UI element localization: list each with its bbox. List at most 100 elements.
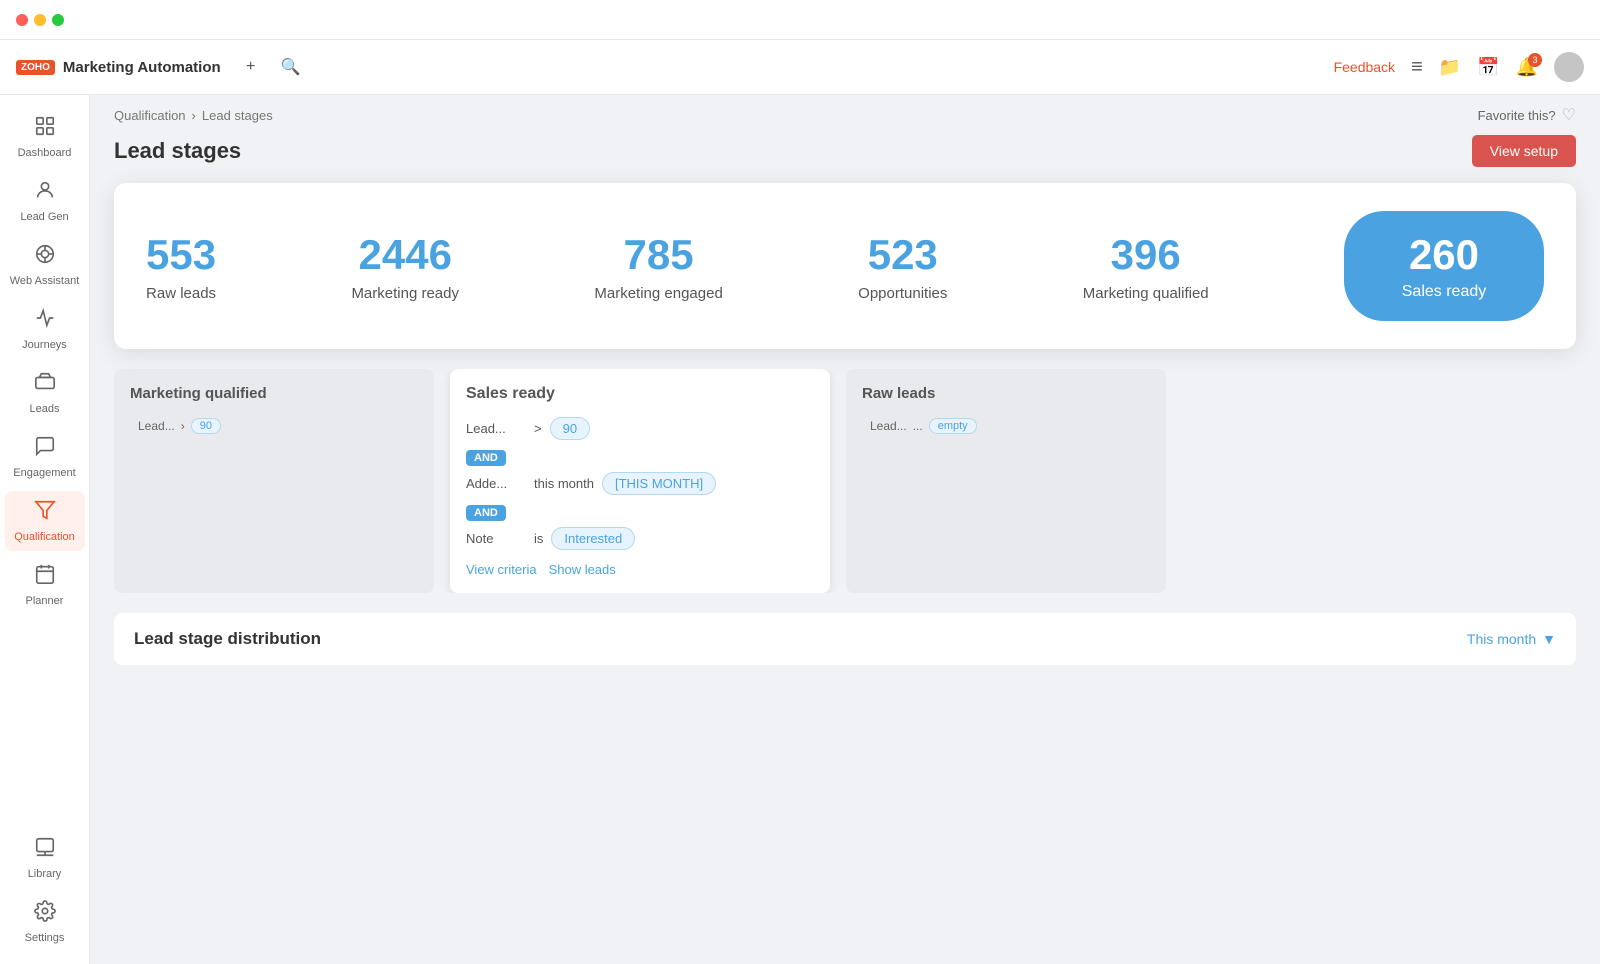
criteria-val-mq: 90 — [191, 418, 221, 434]
distribution-section: Lead stage distribution This month ▼ — [114, 613, 1576, 665]
sidebar-item-lead-gen[interactable]: Lead Gen — [5, 171, 85, 231]
stat-raw-leads[interactable]: 553 Raw leads — [146, 231, 216, 302]
add-button[interactable]: + — [237, 53, 265, 81]
feedback-link[interactable]: Feedback — [1334, 59, 1395, 75]
criteria-row-1: Lead... > 90 — [466, 417, 814, 440]
breadcrumb-bar: Qualification › Lead stages Favorite thi… — [90, 95, 1600, 131]
criteria-op-mq: › — [181, 419, 185, 433]
card-title-raw-leads: Raw leads — [862, 385, 1150, 402]
criteria-op-3: is — [534, 531, 543, 546]
favorite-label: Favorite this? — [1478, 108, 1556, 123]
breadcrumb-parent[interactable]: Qualification — [114, 108, 186, 123]
sidebar-item-web-assistant[interactable]: Web Assistant — [5, 235, 85, 295]
lead-gen-icon — [34, 179, 56, 207]
distribution-header: Lead stage distribution This month ▼ — [134, 629, 1556, 649]
and-connector-2: AND — [466, 505, 506, 521]
criteria-val-2: [THIS MONTH] — [602, 472, 716, 495]
criteria-links: View criteria Show leads — [466, 562, 814, 577]
engagement-icon — [34, 435, 56, 463]
distribution-title: Lead stage distribution — [134, 629, 321, 649]
stat-label-marketing-qualified: Marketing qualified — [1083, 285, 1209, 302]
folder-icon[interactable]: 📁 — [1439, 57, 1461, 78]
sidebar: Dashboard Lead Gen Web Assistant Journey… — [0, 95, 90, 964]
heart-icon[interactable]: ♡ — [1562, 105, 1576, 125]
sidebar-label-qualification: Qualification — [14, 531, 75, 543]
stat-number-marketing-qualified: 396 — [1111, 231, 1181, 279]
favorite-area: Favorite this? ♡ — [1478, 105, 1576, 125]
qualification-icon — [34, 499, 56, 527]
sidebar-label-engagement: Engagement — [13, 467, 75, 479]
page-header: Lead stages View setup — [90, 131, 1600, 183]
stat-label-sales-ready: Sales ready — [1402, 283, 1487, 301]
calendar-icon[interactable]: 📅 — [1477, 57, 1499, 78]
stat-label-marketing-engaged: Marketing engaged — [594, 285, 722, 302]
app-title: Marketing Automation — [63, 59, 221, 76]
criteria-field-3: Note — [466, 531, 526, 546]
stat-marketing-ready[interactable]: 2446 Marketing ready — [351, 231, 459, 302]
stats-overlay: 553 Raw leads 2446 Marketing ready 785 M… — [114, 183, 1576, 349]
leads-icon — [34, 371, 56, 399]
sidebar-item-qualification[interactable]: Qualification — [5, 491, 85, 551]
stat-marketing-engaged[interactable]: 785 Marketing engaged — [594, 231, 722, 302]
main-content: Qualification › Lead stages Favorite thi… — [90, 95, 1600, 964]
chevron-down-icon: ▼ — [1542, 631, 1556, 647]
app-bar-right: Feedback ≡ 📁 📅 🔔 3 — [1334, 52, 1584, 82]
stat-marketing-qualified[interactable]: 396 Marketing qualified — [1083, 231, 1209, 302]
search-button[interactable]: 🔍 — [277, 53, 305, 81]
sidebar-label-planner: Planner — [26, 595, 64, 607]
sidebar-item-leads[interactable]: Leads — [5, 363, 85, 423]
stat-number-marketing-ready: 2446 — [359, 231, 452, 279]
breadcrumb-separator: › — [192, 108, 196, 123]
stat-sales-ready[interactable]: 260 Sales ready — [1344, 211, 1544, 321]
traffic-lights — [16, 14, 64, 26]
show-leads-link[interactable]: Show leads — [549, 562, 616, 577]
close-button[interactable] — [16, 14, 28, 26]
sidebar-item-planner[interactable]: Planner — [5, 555, 85, 615]
stat-number-sales-ready: 260 — [1409, 231, 1479, 279]
view-criteria-link[interactable]: View criteria — [466, 562, 537, 577]
period-label: This month — [1467, 631, 1536, 647]
sidebar-label-lead-gen: Lead Gen — [20, 211, 68, 223]
criteria-field-rl: Lead... — [870, 419, 907, 433]
page-title: Lead stages — [114, 138, 241, 164]
view-setup-button[interactable]: View setup — [1472, 135, 1576, 167]
minimize-button[interactable] — [34, 14, 46, 26]
stat-opportunities[interactable]: 523 Opportunities — [858, 231, 947, 302]
sidebar-item-dashboard[interactable]: Dashboard — [5, 107, 85, 167]
list-icon[interactable]: ≡ — [1411, 56, 1423, 79]
and-connector-1: AND — [466, 450, 506, 466]
sidebar-item-journeys[interactable]: Journeys — [5, 299, 85, 359]
period-selector[interactable]: This month ▼ — [1467, 631, 1556, 647]
app-bar: ZOHO Marketing Automation + 🔍 Feedback ≡… — [0, 40, 1600, 95]
zoho-badge: ZOHO — [16, 60, 55, 75]
stat-label-opportunities: Opportunities — [858, 285, 947, 302]
avatar[interactable] — [1554, 52, 1584, 82]
web-assistant-icon — [34, 243, 56, 271]
app-bar-actions: + 🔍 — [237, 53, 305, 81]
stat-number-marketing-engaged: 785 — [624, 231, 694, 279]
journeys-icon — [34, 307, 56, 335]
planner-icon — [34, 563, 56, 591]
breadcrumb: Qualification › Lead stages — [114, 108, 273, 123]
notification-badge: 3 — [1528, 53, 1542, 67]
dashboard-icon — [34, 115, 56, 143]
cards-row: Marketing qualified Lead... › 90 Sales r… — [90, 369, 1600, 593]
maximize-button[interactable] — [52, 14, 64, 26]
card-raw-leads: Raw leads Lead... ... empty — [846, 369, 1166, 593]
sidebar-item-library[interactable]: Library — [5, 828, 85, 888]
criteria-val-1: 90 — [550, 417, 590, 440]
notifications-icon[interactable]: 🔔 3 — [1516, 57, 1538, 78]
criteria-op-rl: ... — [913, 419, 923, 433]
criteria-val-rl: empty — [929, 418, 977, 434]
criteria-field-1: Lead... — [466, 421, 526, 436]
title-bar — [0, 0, 1600, 40]
sidebar-item-settings[interactable]: Settings — [5, 892, 85, 952]
criteria-op-2: this month — [534, 476, 594, 491]
sidebar-item-engagement[interactable]: Engagement — [5, 427, 85, 487]
layout: Dashboard Lead Gen Web Assistant Journey… — [0, 95, 1600, 964]
sidebar-label-leads: Leads — [30, 403, 60, 415]
criteria-op-1: > — [534, 421, 542, 436]
criteria-marketing-qualified: Lead... › 90 — [130, 414, 418, 438]
sidebar-label-dashboard: Dashboard — [18, 147, 72, 159]
library-icon — [34, 836, 56, 864]
